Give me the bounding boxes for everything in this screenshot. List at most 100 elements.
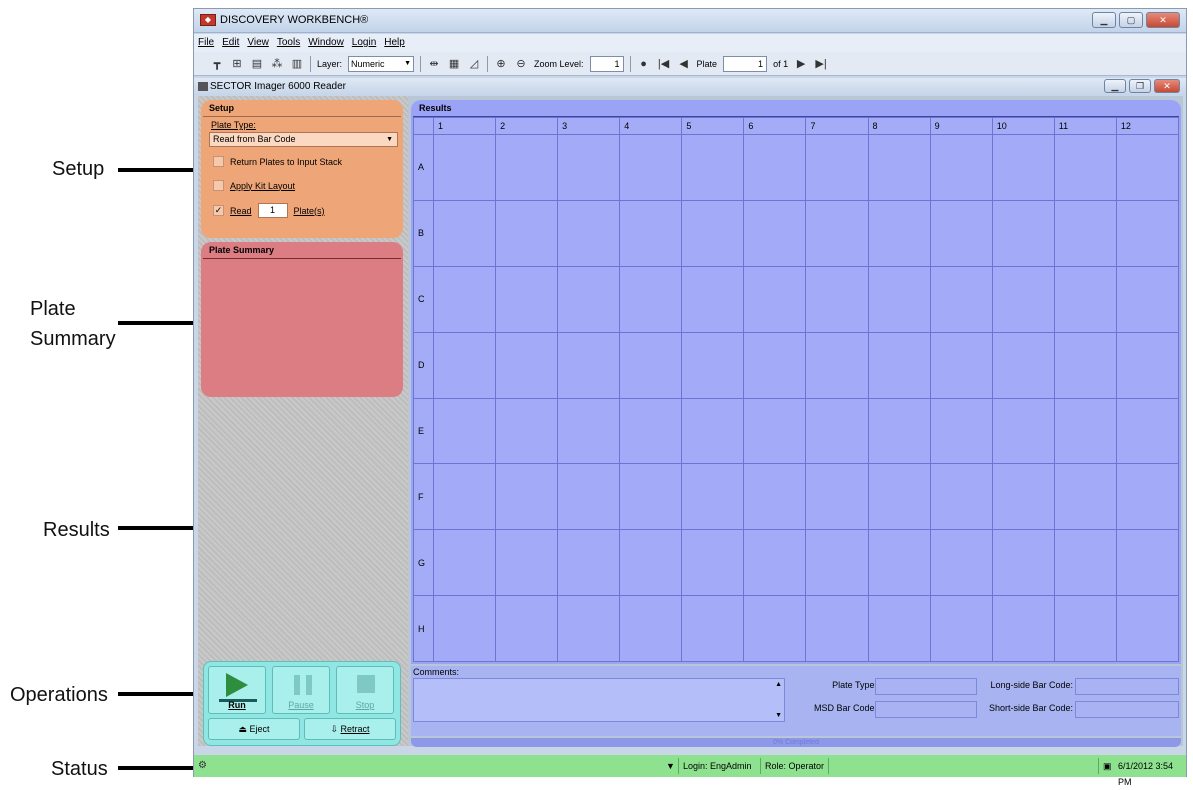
- plate-well[interactable]: [743, 397, 807, 465]
- plate-well[interactable]: [557, 265, 621, 333]
- menu-file[interactable]: File: [198, 34, 214, 52]
- plate-well[interactable]: [432, 529, 497, 597]
- refresh-icon[interactable]: ●: [637, 57, 651, 71]
- reader-close-button[interactable]: ✕: [1154, 79, 1180, 93]
- plate-well[interactable]: [929, 199, 993, 267]
- plate-well[interactable]: [495, 134, 559, 201]
- plate-well[interactable]: [619, 463, 683, 531]
- plate-well[interactable]: [1053, 397, 1117, 465]
- plate-well[interactable]: [681, 331, 745, 399]
- plate-well[interactable]: [557, 199, 621, 267]
- return-plates-row[interactable]: Return Plates to Input Stack: [213, 156, 342, 167]
- last-plate-icon[interactable]: ▶|: [814, 57, 828, 71]
- menu-window[interactable]: Window: [308, 34, 344, 52]
- plate-well[interactable]: [743, 331, 807, 399]
- plate-well[interactable]: [619, 331, 683, 399]
- maximize-button[interactable]: ▢: [1119, 12, 1143, 28]
- plate-well[interactable]: [1115, 265, 1180, 333]
- menu-edit[interactable]: Edit: [222, 34, 239, 52]
- plate-well[interactable]: [1053, 265, 1117, 333]
- add-plate-icon[interactable]: ⊞: [230, 57, 244, 71]
- plate-well[interactable]: [432, 331, 497, 399]
- plate-well[interactable]: [681, 529, 745, 597]
- heatmap-icon[interactable]: ▦: [447, 57, 461, 71]
- plate-well[interactable]: [681, 463, 745, 531]
- zoom-level-input[interactable]: 1: [589, 55, 624, 72]
- plate-number-input[interactable]: 1: [723, 55, 768, 72]
- plate-well[interactable]: [557, 331, 621, 399]
- pause-button[interactable]: Pause: [272, 666, 330, 714]
- scroll-down-icon[interactable]: ▼: [775, 712, 782, 719]
- plate-well[interactable]: [1115, 529, 1180, 597]
- plate-well[interactable]: [1115, 595, 1180, 662]
- plate-well[interactable]: [991, 265, 1055, 333]
- plate-well[interactable]: [1053, 331, 1117, 399]
- plate-well[interactable]: [805, 463, 869, 531]
- plate-type-select[interactable]: Read from Bar Code: [209, 132, 398, 147]
- apply-kit-row[interactable]: Apply Kit Layout: [213, 180, 295, 191]
- plate-well[interactable]: [1115, 331, 1180, 399]
- plate-well[interactable]: [1053, 529, 1117, 597]
- plate-well[interactable]: [805, 134, 869, 201]
- plate-well[interactable]: [557, 397, 621, 465]
- zoom-in-icon[interactable]: ⊕: [494, 57, 508, 71]
- menu-tools[interactable]: Tools: [277, 34, 300, 52]
- plate-well[interactable]: [867, 463, 931, 531]
- plate-well[interactable]: [557, 529, 621, 597]
- close-button[interactable]: ✕: [1146, 12, 1180, 28]
- plate-well[interactable]: [929, 331, 993, 399]
- reader-icon[interactable]: ▥: [290, 57, 304, 71]
- plate-well[interactable]: [805, 595, 869, 662]
- plate-well[interactable]: [681, 199, 745, 267]
- plate-well[interactable]: [991, 134, 1055, 201]
- plate-well[interactable]: [495, 397, 559, 465]
- plate-well[interactable]: [743, 265, 807, 333]
- plate-well[interactable]: [557, 134, 621, 201]
- plate-layout-icon[interactable]: ┳: [210, 57, 224, 71]
- plate-well[interactable]: [495, 463, 559, 531]
- next-plate-icon[interactable]: ▶: [794, 57, 808, 71]
- plate-well[interactable]: [929, 529, 993, 597]
- first-plate-icon[interactable]: |◀: [657, 57, 671, 71]
- status-dropdown-icon[interactable]: ▼: [662, 758, 675, 774]
- plate-well[interactable]: [991, 331, 1055, 399]
- plate-well[interactable]: [432, 397, 497, 465]
- plate-well[interactable]: [432, 595, 497, 662]
- plate-well[interactable]: [867, 199, 931, 267]
- spots-icon[interactable]: ⁂: [270, 57, 284, 71]
- plate-well[interactable]: [867, 134, 931, 201]
- plate-well[interactable]: [929, 134, 993, 201]
- menu-login[interactable]: Login: [352, 34, 376, 52]
- plate-well[interactable]: [495, 595, 559, 662]
- minimize-button[interactable]: ▁: [1092, 12, 1116, 28]
- plate-well[interactable]: [495, 199, 559, 267]
- plate-well[interactable]: [619, 265, 683, 333]
- plate-well[interactable]: [1053, 463, 1117, 531]
- plate-well[interactable]: [432, 463, 497, 531]
- plate-well[interactable]: [867, 529, 931, 597]
- reader-restore-button[interactable]: ❐: [1129, 79, 1151, 93]
- plate-well[interactable]: [867, 331, 931, 399]
- plate-well[interactable]: [1115, 397, 1180, 465]
- read-checkbox[interactable]: ✓: [213, 205, 224, 216]
- plate-well[interactable]: [681, 397, 745, 465]
- comments-textarea[interactable]: ▲ ▼: [413, 678, 785, 722]
- plate-well[interactable]: [991, 595, 1055, 662]
- plate-well[interactable]: [1115, 463, 1180, 531]
- plate-well[interactable]: [991, 199, 1055, 267]
- plate-well[interactable]: [619, 134, 683, 201]
- plate-well[interactable]: [619, 199, 683, 267]
- plate-well[interactable]: [743, 134, 807, 201]
- plate-well[interactable]: [929, 397, 993, 465]
- plate-well[interactable]: [681, 134, 745, 201]
- plate-well[interactable]: [743, 463, 807, 531]
- zoom-out-icon[interactable]: ⊖: [514, 57, 528, 71]
- plate-well[interactable]: [867, 397, 931, 465]
- previous-plate-icon[interactable]: ◀: [677, 57, 691, 71]
- plate-well[interactable]: [495, 331, 559, 399]
- menu-help[interactable]: Help: [384, 34, 405, 52]
- plate-well[interactable]: [805, 331, 869, 399]
- plate-well[interactable]: [432, 134, 497, 201]
- plate-well[interactable]: [991, 529, 1055, 597]
- plate-well[interactable]: [432, 199, 497, 267]
